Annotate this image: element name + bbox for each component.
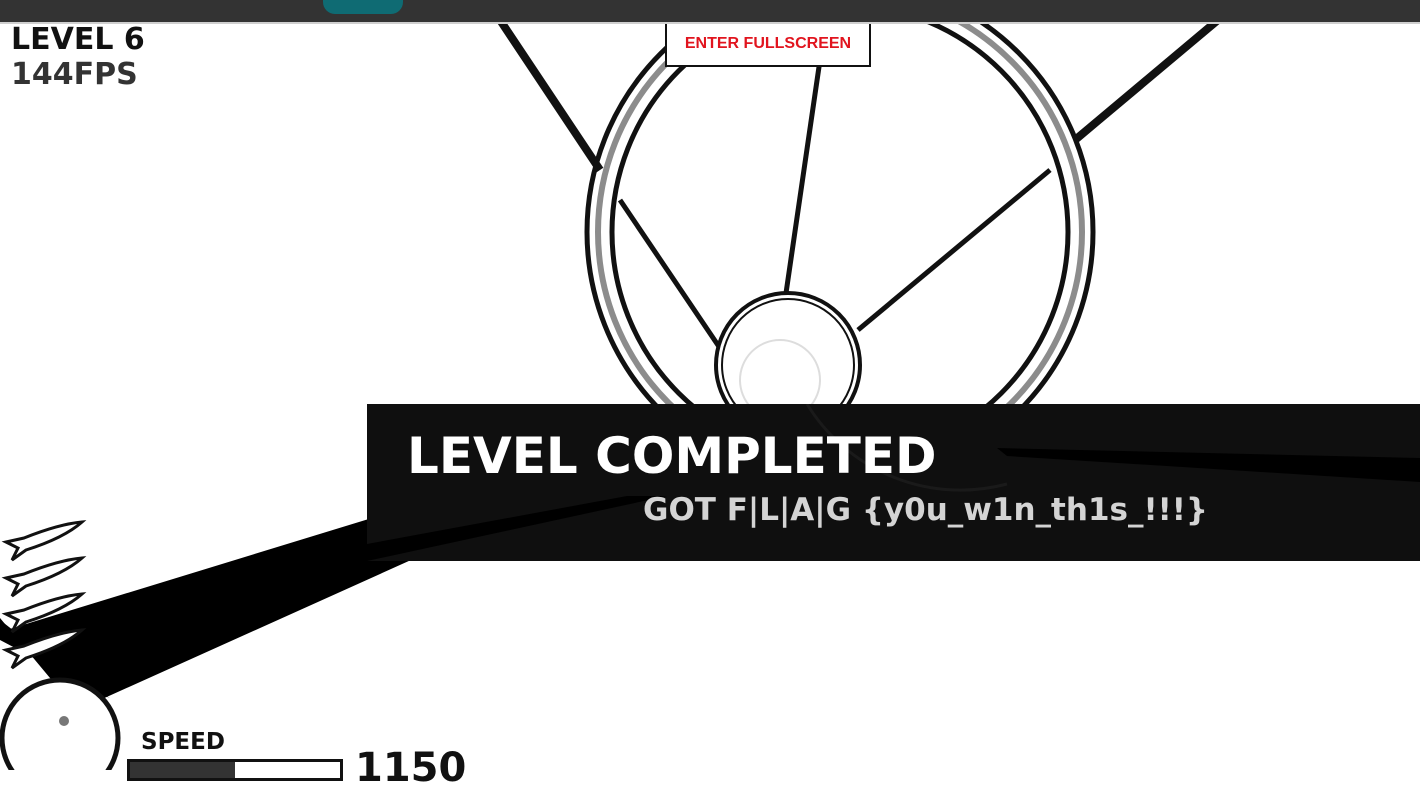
level-completed-banner: LEVEL COMPLETED GOT F|L|A|G {y0u_w1n_th1… <box>367 404 1420 561</box>
speed-bar <box>127 759 343 781</box>
speed-value: 1150 <box>355 745 467 791</box>
fps-counter: 144FPS <box>11 57 138 92</box>
browser-top-bar <box>0 0 1420 24</box>
banner-title: LEVEL COMPLETED <box>407 427 937 485</box>
speed-label: SPEED <box>141 729 225 755</box>
level-indicator: LEVEL 6 <box>11 22 145 57</box>
browser-tab[interactable] <box>323 0 403 14</box>
game-canvas[interactable]: LEVEL COMPLETED GOT F|L|A|G {y0u_w1n_th1… <box>0 24 1420 770</box>
launcher-circle <box>0 677 121 770</box>
game-scene <box>0 24 1220 770</box>
rocket-icon <box>1 556 87 598</box>
support-line-left <box>497 24 604 173</box>
flag-message: GOT F|L|A|G {y0u_w1n_th1s_!!!} <box>643 492 1208 528</box>
enter-fullscreen-button[interactable]: ENTER FULLSCREEN <box>665 24 871 67</box>
rocket-icon <box>1 520 87 562</box>
speed-bar-fill <box>130 762 235 778</box>
support-line-right <box>1072 24 1220 144</box>
